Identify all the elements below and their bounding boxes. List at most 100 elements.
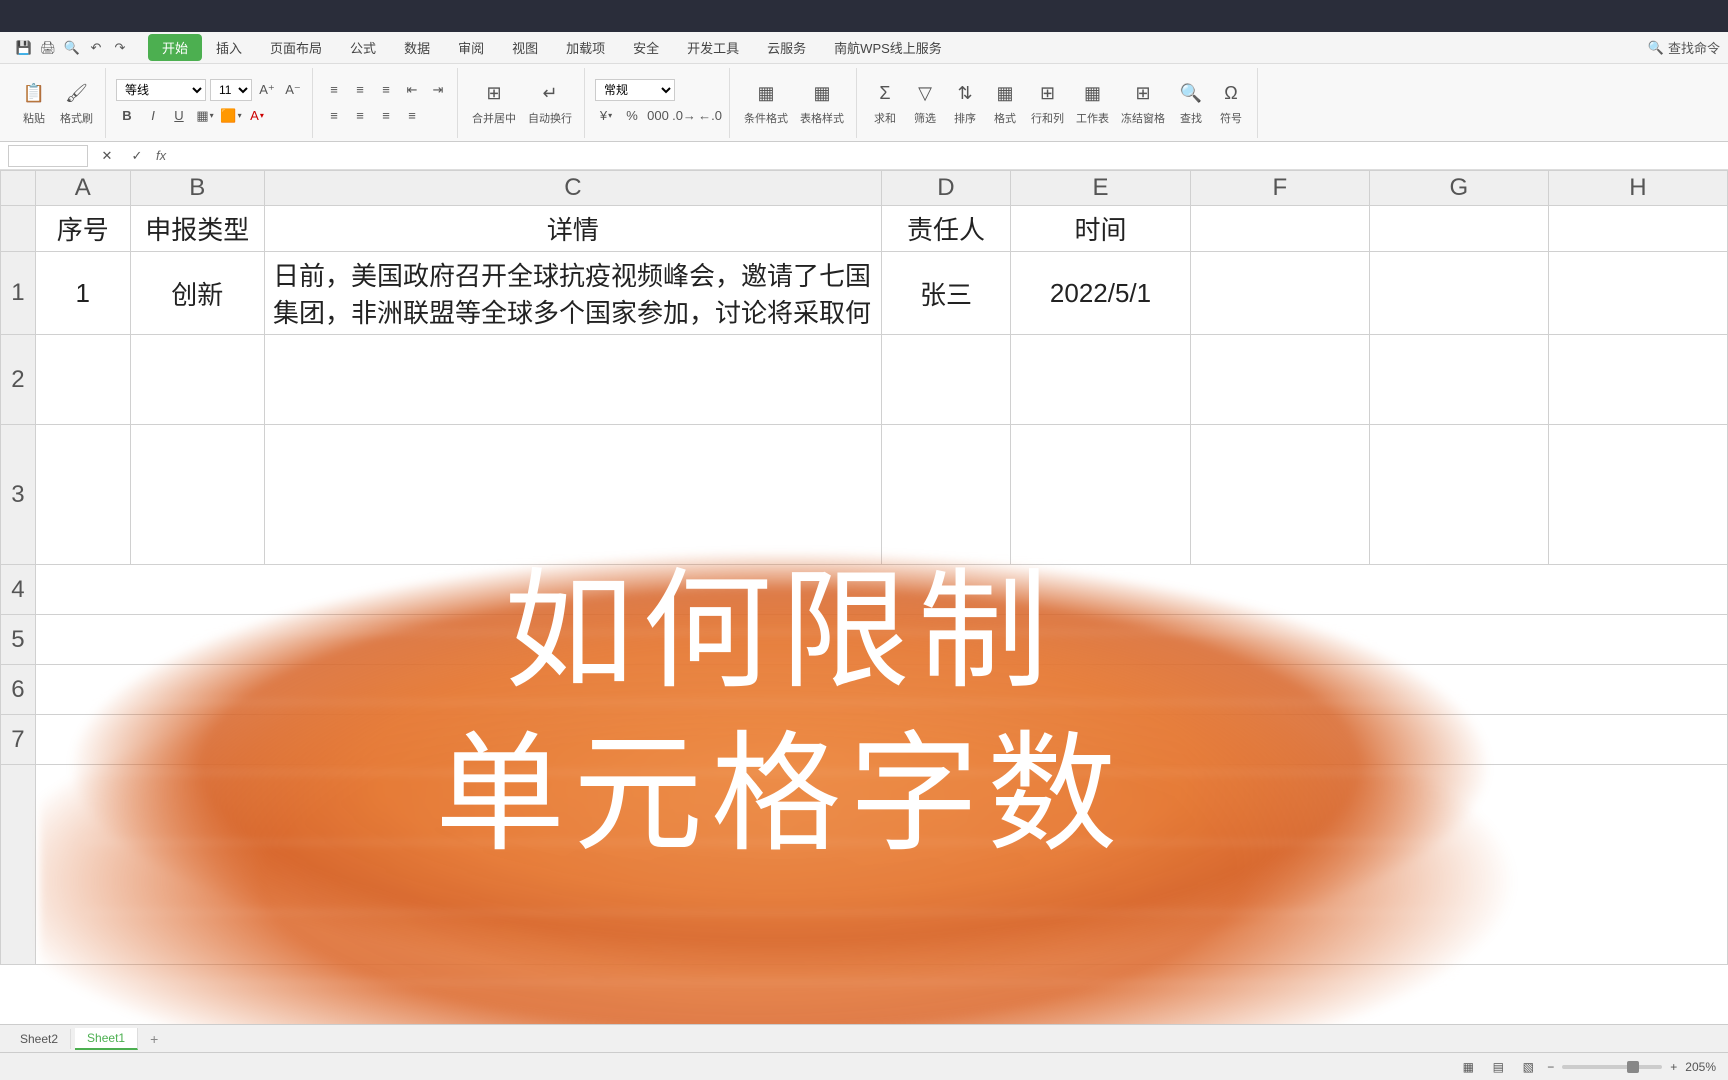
- align-center-icon[interactable]: ≡: [349, 105, 371, 127]
- increase-font-icon[interactable]: A⁺: [256, 79, 278, 101]
- name-box[interactable]: [8, 145, 88, 167]
- wrap-text-button[interactable]: ↵ 自动换行: [524, 78, 576, 128]
- paste-button[interactable]: 📋 粘贴: [16, 78, 52, 128]
- cell-row4[interactable]: [35, 565, 1727, 615]
- underline-button[interactable]: U: [168, 105, 190, 127]
- cell-A-header[interactable]: 序号: [35, 206, 130, 252]
- redo-icon[interactable]: ↷: [110, 38, 130, 58]
- menu-tab-developer[interactable]: 开发工具: [673, 34, 753, 61]
- row-header-empty[interactable]: [1, 765, 36, 965]
- cell-A1[interactable]: 1: [35, 252, 130, 335]
- sheet-grid[interactable]: A B C D E F G H 序号 申报类型 详情 责任人 时间 1 1 创新…: [0, 170, 1728, 965]
- cell-A3[interactable]: [35, 425, 130, 565]
- col-header-G[interactable]: G: [1369, 171, 1548, 206]
- cell-empty[interactable]: [35, 765, 1727, 965]
- cell-G2[interactable]: [1369, 335, 1548, 425]
- align-left-icon[interactable]: ≡: [323, 105, 345, 127]
- cell-C1[interactable]: 日前，美国政府召开全球抗疫视频峰会，邀请了七国集团，非洲联盟等全球多个国家参加，…: [265, 252, 882, 335]
- col-header-E[interactable]: E: [1011, 171, 1191, 206]
- font-color-button[interactable]: A: [246, 105, 268, 127]
- col-header-H[interactable]: H: [1548, 171, 1727, 206]
- save-icon[interactable]: 💾: [14, 38, 34, 58]
- menu-tab-review[interactable]: 审阅: [444, 34, 498, 61]
- find-button[interactable]: 🔍 查找: [1173, 78, 1209, 128]
- font-size-select[interactable]: 11: [210, 79, 252, 101]
- sheet-tab-sheet1[interactable]: Sheet1: [75, 1028, 138, 1050]
- cell-row6[interactable]: [35, 665, 1727, 715]
- menu-tab-online-service[interactable]: 南航WPS线上服务: [820, 34, 956, 61]
- col-header-B[interactable]: B: [130, 171, 264, 206]
- cell-row7[interactable]: [35, 715, 1727, 765]
- menu-tab-data[interactable]: 数据: [390, 34, 444, 61]
- cell-E3[interactable]: [1011, 425, 1191, 565]
- border-button[interactable]: ▦: [194, 105, 216, 127]
- cell-B-header[interactable]: 申报类型: [130, 206, 264, 252]
- cell-F1[interactable]: [1190, 252, 1369, 335]
- comma-button[interactable]: 000: [647, 105, 669, 127]
- worksheet-button[interactable]: ▦ 工作表: [1072, 78, 1113, 128]
- format-painter-button[interactable]: 🖌 格式刷: [56, 78, 97, 128]
- row-col-button[interactable]: ⊞ 行和列: [1027, 78, 1068, 128]
- menu-tab-insert[interactable]: 插入: [202, 34, 256, 61]
- table-format-button[interactable]: ▦ 表格样式: [796, 78, 848, 128]
- fx-label[interactable]: fx: [156, 148, 166, 163]
- search-command[interactable]: 🔍 查找命令: [1648, 38, 1720, 57]
- cell-G1[interactable]: [1369, 252, 1548, 335]
- row-header-blank[interactable]: [1, 206, 36, 252]
- view-normal-icon[interactable]: ▦: [1457, 1056, 1479, 1078]
- view-page-icon[interactable]: ▤: [1487, 1056, 1509, 1078]
- cell-E1[interactable]: 2022/5/1: [1011, 252, 1191, 335]
- cell-C3[interactable]: [265, 425, 882, 565]
- zoom-slider-thumb[interactable]: [1627, 1061, 1639, 1073]
- row-header-3[interactable]: 3: [1, 425, 36, 565]
- align-right-icon[interactable]: ≡: [375, 105, 397, 127]
- fx-cancel-icon[interactable]: ✕: [96, 145, 118, 167]
- decrease-decimal-icon[interactable]: ←.0: [699, 105, 721, 127]
- row-header-1[interactable]: 1: [1, 252, 36, 335]
- cell-E-header[interactable]: 时间: [1011, 206, 1191, 252]
- cell-H-header[interactable]: [1548, 206, 1727, 252]
- preview-icon[interactable]: 🔍: [62, 38, 82, 58]
- symbol-button[interactable]: Ω 符号: [1213, 78, 1249, 128]
- merge-center-button[interactable]: ⊞ 合并居中: [468, 78, 520, 128]
- zoom-minus-button[interactable]: −: [1547, 1060, 1554, 1074]
- align-middle-icon[interactable]: ≡: [349, 79, 371, 101]
- align-justify-icon[interactable]: ≡: [401, 105, 423, 127]
- cell-D2[interactable]: [881, 335, 1010, 425]
- cell-D3[interactable]: [881, 425, 1010, 565]
- cell-H1[interactable]: [1548, 252, 1727, 335]
- row-header-6[interactable]: 6: [1, 665, 36, 715]
- zoom-plus-button[interactable]: +: [1670, 1060, 1677, 1074]
- align-top-icon[interactable]: ≡: [323, 79, 345, 101]
- cell-G3[interactable]: [1369, 425, 1548, 565]
- menu-tab-formula[interactable]: 公式: [336, 34, 390, 61]
- cell-H2[interactable]: [1548, 335, 1727, 425]
- increase-decimal-icon[interactable]: .0→: [673, 105, 695, 127]
- row-header-5[interactable]: 5: [1, 615, 36, 665]
- cell-C-header[interactable]: 详情: [265, 206, 882, 252]
- sum-button[interactable]: Σ 求和: [867, 78, 903, 128]
- cell-B2[interactable]: [130, 335, 264, 425]
- italic-button[interactable]: I: [142, 105, 164, 127]
- filter-button[interactable]: ▽ 筛选: [907, 78, 943, 128]
- print-icon[interactable]: 🖨: [38, 38, 58, 58]
- cell-G-header[interactable]: [1369, 206, 1548, 252]
- freeze-button[interactable]: ⊞ 冻结窗格: [1117, 78, 1169, 128]
- select-all-corner[interactable]: [1, 171, 36, 206]
- cell-B3[interactable]: [130, 425, 264, 565]
- cell-F-header[interactable]: [1190, 206, 1369, 252]
- conditional-format-button[interactable]: ▦ 条件格式: [740, 78, 792, 128]
- col-header-C[interactable]: C: [265, 171, 882, 206]
- zoom-text[interactable]: 205%: [1685, 1060, 1716, 1074]
- undo-icon[interactable]: ↶: [86, 38, 106, 58]
- col-header-A[interactable]: A: [35, 171, 130, 206]
- sheet-tab-sheet2[interactable]: Sheet2: [8, 1029, 71, 1049]
- add-sheet-button[interactable]: +: [142, 1028, 166, 1050]
- zoom-slider[interactable]: [1562, 1065, 1662, 1069]
- row-header-4[interactable]: 4: [1, 565, 36, 615]
- menu-tab-layout[interactable]: 页面布局: [256, 34, 336, 61]
- cell-B1[interactable]: 创新: [130, 252, 264, 335]
- cell-C2[interactable]: [265, 335, 882, 425]
- fill-color-button[interactable]: 🟧: [220, 105, 242, 127]
- menu-tab-security[interactable]: 安全: [619, 34, 673, 61]
